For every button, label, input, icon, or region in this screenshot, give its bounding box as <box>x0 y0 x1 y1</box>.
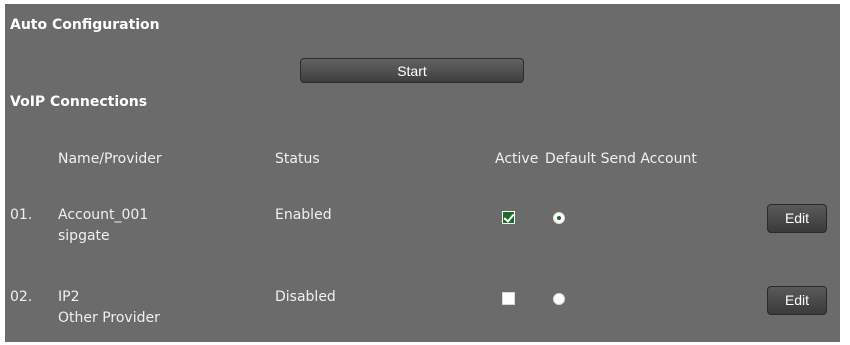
status-text: Disabled <box>275 289 336 305</box>
account-name: Account_001 <box>58 207 149 223</box>
provider-name: sipgate <box>58 228 110 244</box>
row-number: 01. <box>10 207 33 223</box>
edit-button[interactable]: Edit <box>767 204 827 233</box>
default-send-account-radio[interactable] <box>553 293 565 305</box>
active-checkbox[interactable] <box>502 211 515 224</box>
edit-button[interactable]: Edit <box>767 286 827 315</box>
settings-panel: Auto Configuration Start VoIP Connection… <box>5 4 840 342</box>
row-number: 02. <box>10 289 33 305</box>
active-checkbox[interactable] <box>502 292 515 305</box>
status-text: Enabled <box>275 207 332 223</box>
voip-connections-title: VoIP Connections <box>10 94 148 110</box>
start-button[interactable]: Start <box>300 58 524 83</box>
account-name-provider: Account_001 sipgate <box>58 207 148 244</box>
auto-configuration-title: Auto Configuration <box>10 17 160 33</box>
column-header-name-provider: Name/Provider <box>58 151 162 167</box>
column-header-active: Active <box>495 151 539 167</box>
account-name-provider: IP2 Other Provider <box>58 289 160 326</box>
column-header-status: Status <box>275 151 320 167</box>
column-header-default-send-account: Default Send Account <box>545 151 697 167</box>
account-name: IP2 <box>58 289 80 305</box>
provider-name: Other Provider <box>58 310 160 326</box>
default-send-account-radio[interactable] <box>553 212 565 224</box>
